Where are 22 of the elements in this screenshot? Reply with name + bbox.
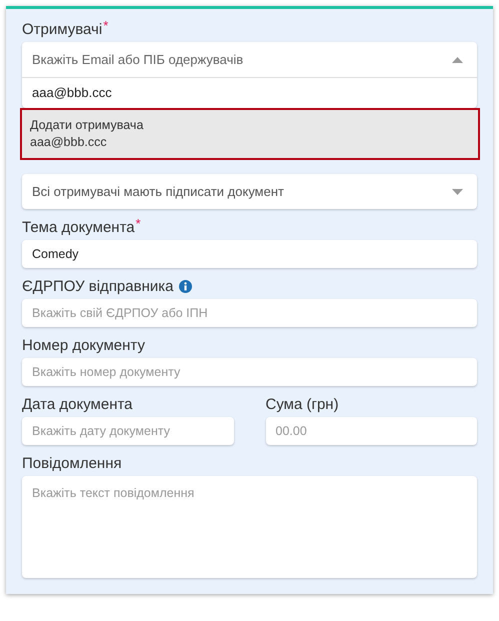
field-label: Тема документа: [22, 219, 135, 236]
field-label: Дата документа: [22, 396, 133, 413]
dropdown-menu-option[interactable]: Додати отримувача aaa@bbb.ccc: [20, 108, 480, 160]
field-label: Номер документу: [22, 337, 145, 354]
input-field[interactable]: Comedy: [22, 240, 477, 268]
input-field[interactable]: Вкажіть свій ЄДРПОУ або ІПН: [22, 299, 477, 327]
input-field[interactable]: Вкажіть номер документу: [22, 358, 477, 386]
message-field[interactable]: Вкажіть текст повідомлення: [22, 476, 477, 578]
input-field[interactable]: 00.00: [266, 417, 477, 445]
required-mark: *: [136, 216, 141, 231]
field-label: Повідомлення: [22, 455, 122, 472]
caret-icon: [452, 56, 463, 62]
field-label: ЄДРПОУ відправника: [22, 278, 174, 295]
field-label: Сума (грн): [266, 396, 339, 413]
input-field[interactable]: Вкажіть дату документу: [22, 417, 234, 445]
required-mark: *: [103, 18, 108, 33]
select-placeholder: Вкажіть Email або ПІБ одержувачів: [32, 52, 244, 67]
select-value: Всі отримувачі мають підписати документ: [32, 184, 284, 199]
rule-select[interactable]: Всі отримувачі мають підписати документ: [22, 174, 477, 209]
caret-icon: [452, 188, 463, 194]
recipients-select[interactable]: Вкажіть Email або ПІБ одержувачів aaa@bbb.ccc: [22, 42, 477, 108]
field-label: Отримувачі: [22, 21, 102, 38]
